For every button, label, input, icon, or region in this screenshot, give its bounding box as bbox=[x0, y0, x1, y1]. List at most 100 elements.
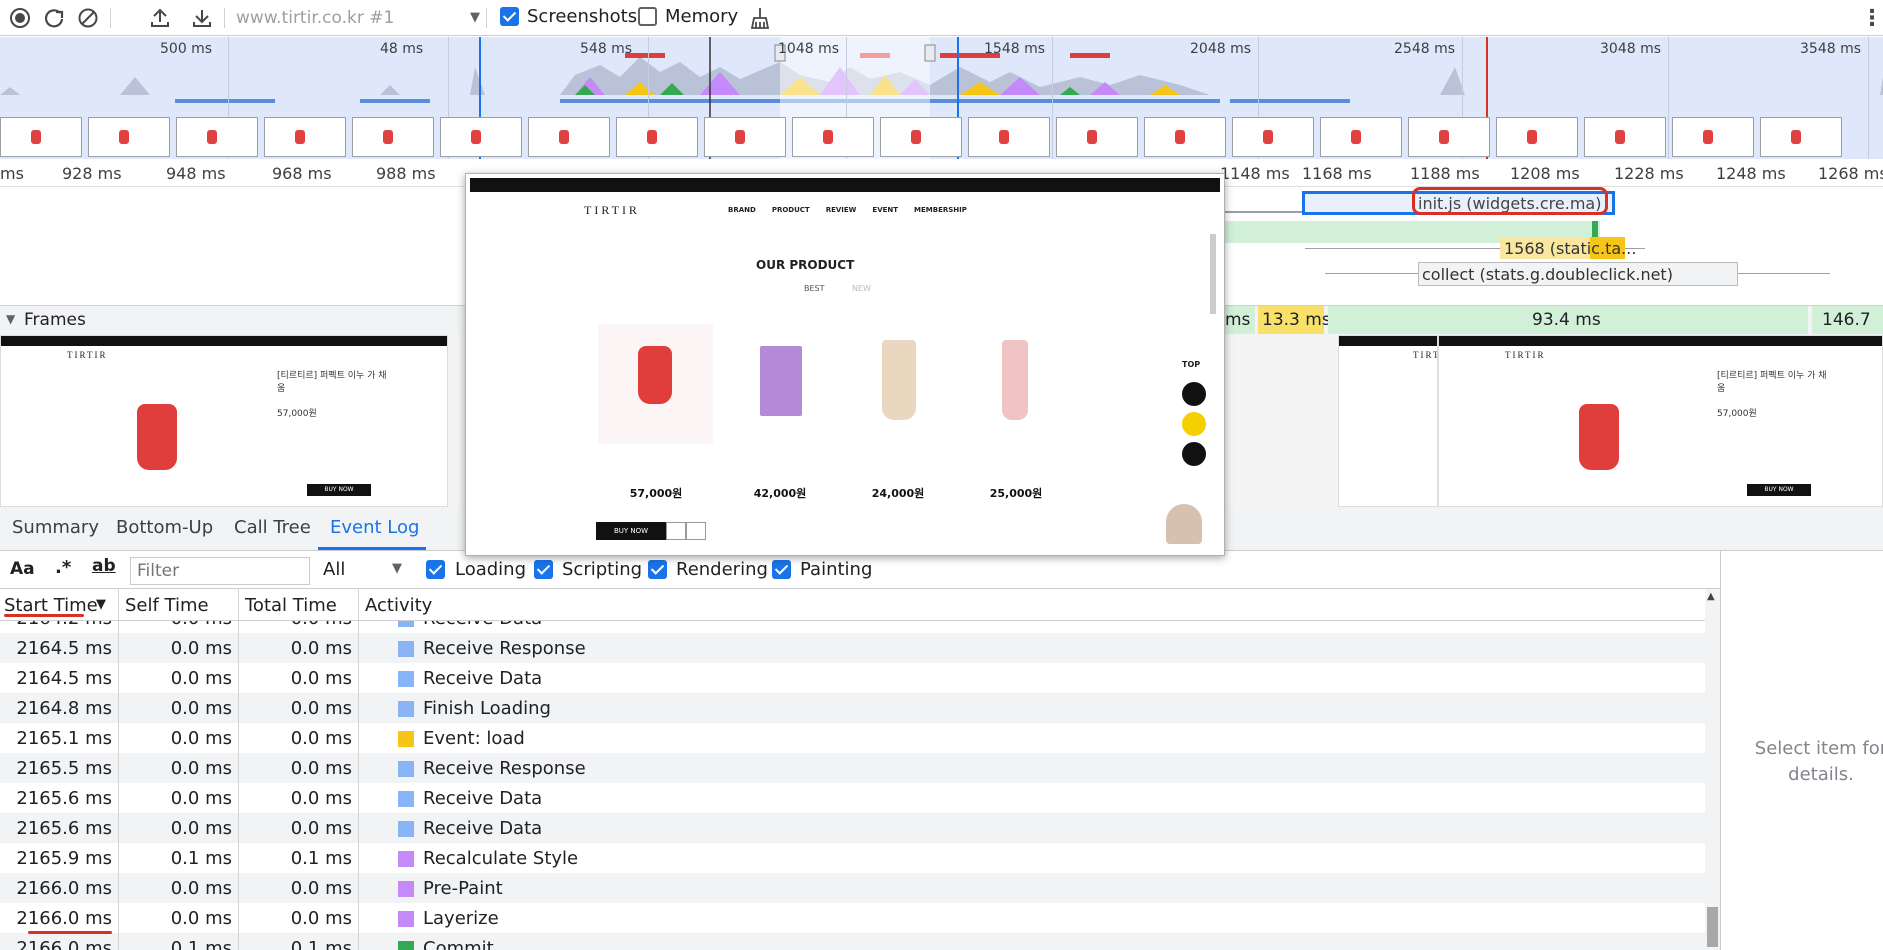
preview-buy-now: BUY NOW bbox=[596, 522, 666, 540]
category-swatch bbox=[398, 881, 414, 897]
scrollbar-thumb[interactable] bbox=[1707, 907, 1718, 947]
overview-screenshot-thumb bbox=[704, 117, 786, 157]
filter-input[interactable] bbox=[130, 557, 310, 585]
table-row[interactable]: 2164.8 ms 0.0 ms 0.0 ms Finish Loading bbox=[0, 693, 1705, 723]
preview-chat-icon bbox=[1182, 382, 1206, 406]
thumb-price: 57,000원 bbox=[277, 409, 317, 419]
tab-event-log[interactable]: Event Log bbox=[330, 517, 419, 538]
cell-activity: Recalculate Style bbox=[423, 848, 579, 869]
overview-gridline bbox=[1868, 37, 1869, 159]
preview-nav-item: BRAND bbox=[728, 206, 756, 214]
more-options-icon[interactable]: ⋮ bbox=[1858, 4, 1883, 32]
cell-self-time: 0.0 ms bbox=[170, 728, 232, 749]
table-row[interactable]: 2166.0 ms 0.1 ms 0.1 ms Commit bbox=[0, 933, 1705, 950]
frame-screenshot: TIRTIR [티르티르] 퍼펙트 이누 가 채움 57,000원 BUY NO… bbox=[0, 335, 448, 507]
regex-button[interactable]: .* bbox=[55, 557, 71, 578]
timeline-overview[interactable]: 500 ms 48 ms 548 ms 1048 ms 1548 ms 2048 ms 25… bbox=[0, 37, 1883, 159]
column-self-time[interactable]: Self Time bbox=[125, 595, 209, 616]
table-row[interactable]: 2165.5 ms 0.0 ms 0.0 ms Receive Response bbox=[0, 753, 1705, 783]
screenshot-preview-popup: TIRTIR BRAND PRODUCT REVIEW EVENT MEMBER… bbox=[465, 173, 1225, 556]
cell-start-time: 2164.5 ms bbox=[16, 668, 112, 689]
preview-nav-item: REVIEW bbox=[825, 206, 857, 214]
table-row[interactable]: 2165.1 ms 0.0 ms 0.0 ms Event: load bbox=[0, 723, 1705, 753]
memory-checkbox[interactable] bbox=[638, 7, 657, 26]
whole-word-button[interactable]: ab bbox=[92, 556, 116, 576]
table-row[interactable]: 2164.5 ms 0.0 ms 0.0 ms Receive Data bbox=[0, 663, 1705, 693]
frame-duration: 13.3 ms bbox=[1262, 310, 1331, 330]
memory-label: Memory bbox=[665, 6, 739, 27]
recording-select[interactable]: www.tirtir.co.kr #1 ▼ bbox=[236, 6, 482, 30]
preview-help-icon bbox=[1182, 442, 1206, 466]
cell-activity: Receive Data bbox=[423, 668, 543, 689]
scripting-checkbox[interactable] bbox=[534, 560, 553, 579]
category-swatch bbox=[398, 761, 414, 777]
cell-total-time: 0.1 ms bbox=[290, 938, 352, 950]
cell-start-time: 2164.5 ms bbox=[16, 638, 112, 659]
overview-screenshot-thumb bbox=[440, 117, 522, 157]
rendering-label: Rendering bbox=[676, 559, 768, 580]
screenshots-label: Screenshots bbox=[527, 6, 638, 27]
garbage-collect-button[interactable] bbox=[746, 4, 774, 32]
thumb-title: [티르티르] 퍼펙트 이누 가 채움 bbox=[277, 371, 387, 394]
match-case-button[interactable]: Aa bbox=[10, 559, 35, 579]
cell-start-time: 2165.6 ms bbox=[16, 818, 112, 839]
overview-screenshot-thumb bbox=[880, 117, 962, 157]
column-start-time[interactable]: Start Time bbox=[4, 595, 98, 616]
preview-nav-item: EVENT bbox=[872, 206, 899, 214]
triangle-down-icon[interactable]: ▼ bbox=[6, 312, 15, 326]
load-profile-button[interactable] bbox=[146, 4, 174, 32]
active-tab-indicator bbox=[318, 547, 426, 550]
category-swatch bbox=[398, 851, 414, 867]
overview-screenshot-thumb bbox=[968, 117, 1050, 157]
cell-start-time: 2165.9 ms bbox=[16, 848, 112, 869]
table-row[interactable]: 2164.5 ms 0.0 ms 0.0 ms Receive Response bbox=[0, 633, 1705, 663]
scroll-up-icon[interactable]: ▲ bbox=[1707, 591, 1715, 602]
preview-price-2: 42,000원 bbox=[753, 487, 807, 500]
cell-self-time: 0.0 ms bbox=[170, 818, 232, 839]
cell-start-time: 2165.1 ms bbox=[16, 728, 112, 749]
preview-price-4: 25,000원 bbox=[989, 487, 1043, 500]
reload-record-button[interactable] bbox=[40, 4, 68, 32]
column-activity[interactable]: Activity bbox=[365, 595, 432, 616]
rendering-checkbox[interactable] bbox=[648, 560, 667, 579]
column-total-time[interactable]: Total Time bbox=[245, 595, 337, 616]
tab-call-tree[interactable]: Call Tree bbox=[234, 517, 311, 538]
ruler-tick: 1188 ms bbox=[1410, 164, 1480, 183]
table-row[interactable]: 2165.9 ms 0.1 ms 0.1 ms Recalculate Style bbox=[0, 843, 1705, 873]
cell-total-time: 0.0 ms bbox=[290, 758, 352, 779]
painting-checkbox[interactable] bbox=[772, 560, 791, 579]
tab-summary[interactable]: Summary bbox=[12, 517, 99, 538]
table-row[interactable]: 2165.6 ms 0.0 ms 0.0 ms Receive Data bbox=[0, 813, 1705, 843]
cell-total-time: 0.0 ms bbox=[290, 668, 352, 689]
chevron-down-icon: ▼ bbox=[470, 10, 480, 25]
record-button[interactable] bbox=[6, 4, 34, 32]
details-pane: Select item for details. bbox=[1720, 551, 1883, 950]
clear-button[interactable] bbox=[74, 4, 102, 32]
thumb-buy-now: BUY NOW bbox=[307, 484, 371, 496]
frame-duration: 93.4 ms bbox=[1532, 310, 1601, 330]
upload-icon bbox=[151, 8, 169, 27]
table-row[interactable]: 2166.0 ms 0.0 ms 0.0 ms Pre-Paint bbox=[0, 873, 1705, 903]
cell-activity: Pre-Paint bbox=[423, 878, 503, 899]
cell-total-time: 0.0 ms bbox=[290, 788, 352, 809]
duration-select-value[interactable]: All bbox=[323, 559, 345, 580]
clear-icon bbox=[78, 8, 98, 28]
sort-descending-icon: ▼ bbox=[96, 597, 106, 612]
loading-checkbox[interactable] bbox=[426, 560, 445, 579]
cell-self-time: 0.0 ms bbox=[170, 638, 232, 659]
category-swatch bbox=[398, 911, 414, 927]
cell-start-time: 2166.0 ms bbox=[16, 908, 112, 929]
thumb-logo: TIRTIR bbox=[1413, 350, 1437, 360]
cell-activity: Receive Data bbox=[423, 818, 543, 839]
preview-tab-best: BEST bbox=[804, 284, 825, 293]
save-profile-button[interactable] bbox=[188, 4, 216, 32]
table-scrollbar[interactable]: ▲ bbox=[1705, 589, 1720, 950]
event-log-filter-bar: Aa .* ab All ▼ Loading Scripting Renderi… bbox=[0, 551, 1720, 589]
screenshots-checkbox[interactable] bbox=[500, 7, 519, 26]
frames-label: Frames bbox=[24, 310, 86, 330]
tab-bottom-up[interactable]: Bottom-Up bbox=[116, 517, 213, 538]
cell-self-time: 0.0 ms bbox=[170, 668, 232, 689]
overview-gridline bbox=[1668, 37, 1669, 159]
table-row[interactable]: 2166.0 ms 0.0 ms 0.0 ms Layerize bbox=[0, 903, 1705, 933]
table-row[interactable]: 2165.6 ms 0.0 ms 0.0 ms Receive Data bbox=[0, 783, 1705, 813]
